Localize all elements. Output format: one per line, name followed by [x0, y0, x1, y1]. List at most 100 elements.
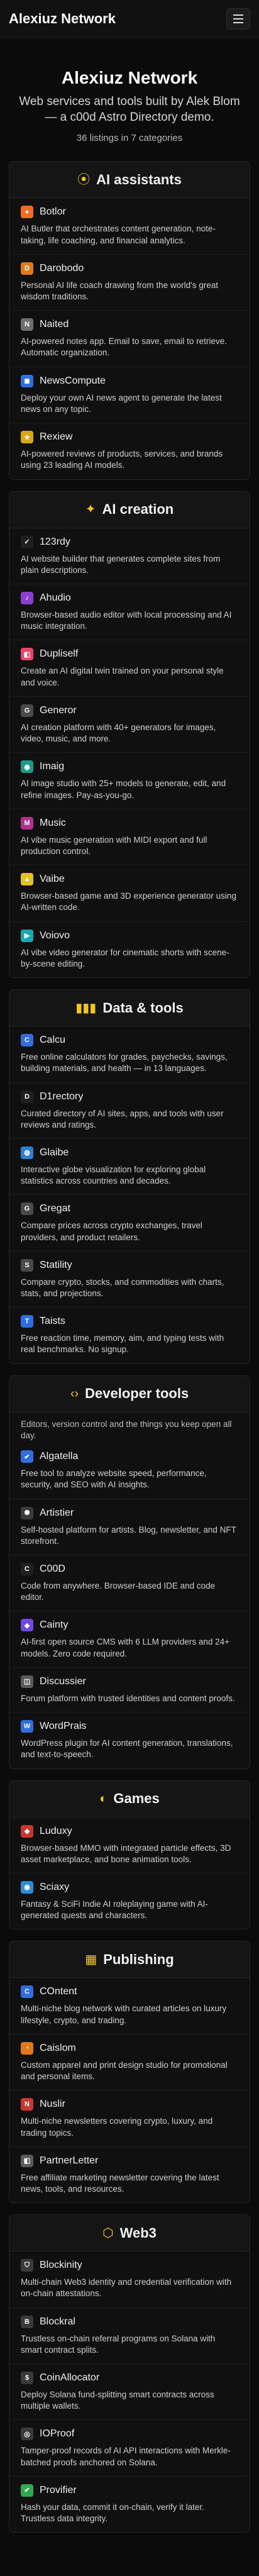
listing-item[interactable]: D D1rectory Curated directory of AI sites,…: [9, 1083, 250, 1139]
listing-description: Free online calculators for grades, payc…: [21, 1052, 228, 1074]
listing-description: Tamper-proof records of AI API interacti…: [21, 2446, 231, 2467]
listing-name[interactable]: Naited: [40, 319, 69, 330]
listing-name[interactable]: Blockral: [40, 2316, 75, 2328]
listing-item[interactable]: ◎ IOProof Tamper-proof records of AI API i…: [9, 2420, 250, 2477]
listing-item[interactable]: ▶ Voiovo AI vibe video generator for cinem…: [9, 922, 250, 977]
assistant-icon: ⦿: [77, 172, 91, 187]
imaig-icon: ◉: [21, 760, 33, 774]
listing-description: Free affiliate marketing newsletter cove…: [21, 2172, 219, 2194]
listing-item[interactable]: ◫ Discussier Forum platform with trusted i…: [9, 1668, 250, 1713]
listing-item[interactable]: B Blockral Trustless on-chain referral pro…: [9, 2308, 250, 2365]
listing-item[interactable]: D Darobodo Personal AI life coach drawing …: [9, 255, 250, 311]
listing-name[interactable]: Generor: [40, 705, 77, 716]
listing-item[interactable]: ▲ Vaibe Browser-based game and 3D experien…: [9, 865, 250, 922]
listing-name[interactable]: Dupliself: [40, 648, 78, 660]
listing-description: Multi-chain Web3 identity and credential…: [21, 2277, 232, 2299]
listing-item[interactable]: T Taists Free reaction time, memory, aim, …: [9, 1307, 250, 1363]
listing-description: Free reaction time, memory, aim, and typ…: [21, 1333, 224, 1355]
listing-name[interactable]: Artistier: [40, 1507, 74, 1519]
listing-item[interactable]: C C00D Code from anywhere. Browser-based I…: [9, 1555, 250, 1612]
listing-name[interactable]: NewsCompute: [40, 375, 106, 387]
listing-item[interactable]: ♪ Ahudio Browser-based audio editor with l…: [9, 584, 250, 641]
listing-name[interactable]: Botlor: [40, 206, 66, 218]
listing-item[interactable]: ⛉ Blockinity Multi-chain Web3 identity and…: [9, 2251, 250, 2308]
listing-item[interactable]: ◧ Dupliself Create an AI digital twin trai…: [9, 640, 250, 697]
listing-name[interactable]: Luduxy: [40, 1826, 72, 1837]
listing-name[interactable]: D1rectory: [40, 1091, 83, 1102]
menu-button[interactable]: [226, 8, 250, 30]
listing-name[interactable]: Statility: [40, 1260, 72, 1271]
listing-name[interactable]: Provifier: [40, 2485, 77, 2496]
category-header[interactable]: ▮▮▮ Data & tools: [9, 990, 250, 1027]
listing-item[interactable]: W WordPrais WordPress plugin for AI conten…: [9, 1713, 250, 1768]
listing-name[interactable]: Nuslir: [40, 2099, 65, 2110]
listing-name[interactable]: Algatella: [40, 1451, 78, 1462]
listing-item[interactable]: ◍ Glaibe Interactive globe visualization f…: [9, 1139, 250, 1196]
listing-name[interactable]: Darobodo: [40, 263, 84, 274]
listing-item[interactable]: ◧ PartnerLetter Free affiliate marketing n…: [9, 2147, 250, 2202]
listing-item[interactable]: C Calcu Free online calculators for grades…: [9, 1026, 250, 1083]
listing-name[interactable]: Cainty: [40, 1619, 68, 1631]
category-section: ▮▮▮ Data & tools C Calcu Free online calcula…: [9, 989, 250, 1364]
listing-name[interactable]: CoinAllocator: [40, 2372, 99, 2384]
listing-item[interactable]: ★ Rexiew AI-powered reviews of products, s…: [9, 423, 250, 479]
gregat-icon: G: [21, 1202, 33, 1216]
listing-name[interactable]: WordPrais: [40, 1721, 86, 1732]
listing-item[interactable]: ✓ 123rdy AI website builder that generates…: [9, 528, 250, 584]
listing-item[interactable]: S Statility Compare crypto, stocks, and co…: [9, 1252, 250, 1308]
listing-item[interactable]: C COntent Multi-niche blog network with cu…: [9, 1978, 250, 2035]
rexiew-icon: ★: [21, 431, 33, 444]
vaibe-icon: ▲: [21, 873, 33, 886]
naited-icon: N: [21, 318, 33, 331]
listing-name[interactable]: Caislom: [40, 2043, 76, 2054]
listing-name[interactable]: Taists: [40, 1316, 65, 1327]
category-header[interactable]: ▦ Publishing: [9, 1941, 250, 1979]
listing-name[interactable]: PartnerLetter: [40, 2155, 98, 2167]
listing-item[interactable]: ● Botlor AI Butler that orchestrates conte…: [9, 198, 250, 255]
listing-description: Self-hosted platform for artists. Blog, …: [21, 1524, 236, 1546]
listing-name[interactable]: COntent: [40, 1986, 77, 1997]
brand-logo[interactable]: Alexiuz Network: [9, 11, 116, 27]
listing-item[interactable]: G Generor AI creation platform with 40+ ge…: [9, 697, 250, 753]
listing-name[interactable]: Rexiew: [40, 431, 72, 443]
listing-item[interactable]: ◉ Imaig AI image studio with 25+ models to…: [9, 753, 250, 809]
listing-item[interactable]: N Naited AI-powered notes app. Email to sa…: [9, 311, 250, 367]
listing-description: Browser-based audio editor with local pr…: [21, 610, 232, 631]
listing-item[interactable]: N Nuslir Multi-niche newsletters covering …: [9, 2090, 250, 2147]
category-section: ✦ AI creation ✓ 123rdy AI website builder th…: [9, 491, 250, 979]
category-header[interactable]: ⦿ AI assistants: [9, 162, 250, 199]
category-header[interactable]: ✦ AI creation: [9, 491, 250, 528]
listing-item[interactable]: ✔ Algatella Free tool to analyze website s…: [9, 1443, 250, 1499]
category-header[interactable]: ⬡ Web3: [9, 2215, 250, 2252]
listing-item[interactable]: ✺ Artistier Self-hosted platform for artis…: [9, 1499, 250, 1555]
listing-name[interactable]: Calcu: [40, 1035, 65, 1046]
listing-name[interactable]: Voiovo: [40, 930, 70, 941]
listing-item[interactable]: ◉ Sciaxy Fantasy & SciFi Indie AI roleplay…: [9, 1874, 250, 1929]
listing-name[interactable]: Ahudio: [40, 592, 71, 604]
listing-name[interactable]: Vaibe: [40, 874, 65, 885]
listing-description: Personal AI life coach drawing from the …: [21, 280, 218, 302]
listing-item[interactable]: $ CoinAllocator Deploy Solana fund-splitti…: [9, 2364, 250, 2421]
listing-item[interactable]: ✔ Provifier Hash your data, commit it on-c…: [9, 2477, 250, 2532]
listing-item[interactable]: ◼ NewsCompute Deploy your own AI news agen…: [9, 367, 250, 424]
page-subtitle: Web services and tools built by Alek Blo…: [19, 95, 240, 124]
listing-description: Compare crypto, stocks, and commodities …: [21, 1277, 224, 1299]
listing-item[interactable]: ◔ Caislom Custom apparel and print design …: [9, 2035, 250, 2091]
category-header[interactable]: ‹› Developer tools: [9, 1375, 250, 1413]
listing-item[interactable]: M Music AI vibe music generation with MIDI…: [9, 809, 250, 866]
listing-name[interactable]: Glaibe: [40, 1147, 69, 1158]
listing-name[interactable]: C00D: [40, 1563, 65, 1575]
listing-name[interactable]: Imaig: [40, 761, 64, 772]
listing-name[interactable]: Sciaxy: [40, 1882, 69, 1893]
category-header[interactable]: ◐ Games: [9, 1780, 250, 1818]
listing-name[interactable]: Music: [40, 818, 66, 829]
listing-name[interactable]: Blockinity: [40, 2260, 82, 2271]
listing-item[interactable]: ◆ Luduxy Browser-based MMO with integrated…: [9, 1818, 250, 1874]
listing-item[interactable]: G Gregat Compare prices across crypto exch…: [9, 1195, 250, 1252]
listing-name[interactable]: Discussier: [40, 1676, 86, 1687]
listing-name[interactable]: 123rdy: [40, 536, 70, 548]
listing-item[interactable]: ◈ Cainty AI-first open source CMS with 6 L…: [9, 1611, 250, 1668]
listing-description: AI creation platform with 40+ generators…: [21, 722, 216, 744]
listing-name[interactable]: IOProof: [40, 2428, 74, 2440]
listing-name[interactable]: Gregat: [40, 1203, 70, 1214]
